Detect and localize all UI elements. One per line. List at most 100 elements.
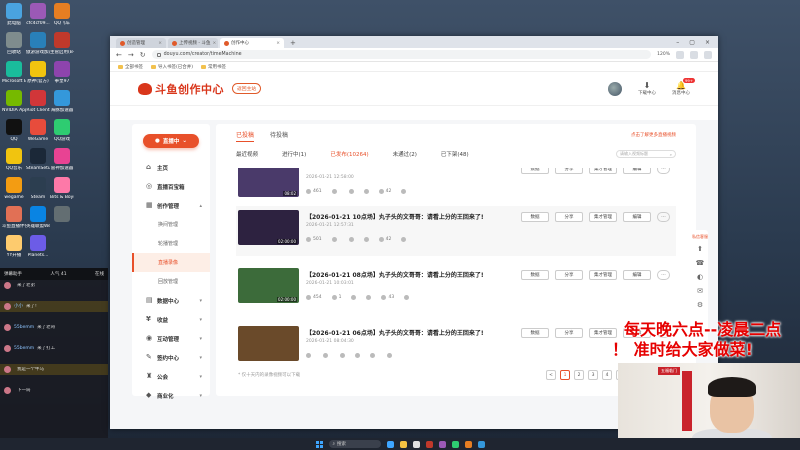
desktop-shortcut[interactable]: Planets... bbox=[26, 235, 50, 258]
sidebar-item[interactable]: ▤ 数据中心 ▾ bbox=[132, 291, 210, 310]
desktop-shortcut[interactable] bbox=[50, 206, 74, 224]
back-to-main-site-button[interactable]: 返回主站 bbox=[232, 83, 262, 94]
desktop-shortcut[interactable]: QQ飞车 bbox=[50, 3, 74, 26]
windows-start-icon[interactable] bbox=[315, 440, 323, 448]
desktop-shortcut[interactable]: QQ游戏 bbox=[50, 119, 74, 142]
desktop-shortcut[interactable]: Microsoft Edge bbox=[2, 61, 26, 84]
filter-tab[interactable]: 未通过(2) bbox=[393, 150, 417, 158]
new-tab-icon[interactable]: + bbox=[286, 38, 300, 48]
desktop-shortcut[interactable]: Steam bbox=[26, 177, 50, 200]
sidebar-subitem[interactable]: 换间管理 bbox=[132, 215, 210, 234]
close-icon[interactable]: × bbox=[212, 41, 216, 46]
video-action-button[interactable]: 集才管理 bbox=[589, 212, 617, 222]
bookmark-item[interactable]: 常用书签 bbox=[201, 64, 226, 70]
taskbar-app-icon[interactable] bbox=[399, 440, 407, 448]
browser-tab-active[interactable]: 创作中心 × bbox=[220, 38, 284, 48]
taskbar-app-icon[interactable] bbox=[412, 440, 420, 448]
desktop-shortcut[interactable]: YY开播 bbox=[2, 235, 26, 258]
filter-tab[interactable]: 已发布(10264) bbox=[330, 150, 368, 158]
desktop-shortcut[interactable]: SteamSetup bbox=[26, 148, 50, 171]
tab-pending[interactable]: 待投稿 bbox=[270, 130, 288, 142]
help-link[interactable]: 点击了解更多直播视频 bbox=[631, 132, 676, 138]
desktop-shortcut[interactable]: 此电脑 bbox=[2, 3, 26, 26]
download-center-button[interactable]: ⬇ 下载中心 bbox=[638, 81, 656, 96]
message-center-button[interactable]: 🔔 消息中心 99+ bbox=[672, 78, 695, 96]
tool-icon[interactable]: ◐ bbox=[697, 273, 703, 281]
taskbar-app-icon[interactable] bbox=[425, 440, 433, 448]
browser-tab[interactable]: 上传视频 - 斗鱼 × bbox=[168, 38, 218, 48]
prev-page-button[interactable]: < bbox=[546, 370, 556, 380]
video-action-button[interactable]: 编辑 bbox=[623, 212, 651, 222]
extension-icon[interactable] bbox=[676, 50, 684, 59]
live-status-button[interactable]: ● 直播中 ⌄ bbox=[143, 134, 199, 148]
desktop-shortcut[interactable]: Riot Client bbox=[26, 90, 50, 113]
video-action-button[interactable]: 分享 bbox=[555, 168, 583, 174]
more-options-icon[interactable]: ··· bbox=[657, 270, 670, 280]
bookmark-item[interactable]: 全部书签 bbox=[118, 64, 143, 70]
filter-tab[interactable]: 进行中(1) bbox=[282, 150, 306, 158]
chat-username[interactable]: 小小 bbox=[14, 304, 23, 310]
more-options-icon[interactable]: ··· bbox=[657, 168, 670, 174]
video-thumbnail[interactable] bbox=[238, 326, 299, 361]
video-title[interactable]: 【2026-01-21 10点场】丸子头的文哥哥：请看上分的王回来了! bbox=[306, 212, 484, 221]
video-thumbnail[interactable]: 08:02 bbox=[238, 168, 299, 197]
video-title[interactable]: 【2026-01-21 08点场】丸子头的文哥哥：请看上分的王回来了! bbox=[306, 270, 484, 279]
video-action-button[interactable]: 分享 bbox=[555, 270, 583, 280]
video-row[interactable]: 02:00:00 【2026-01-21 10点场】丸子头的文哥哥：请看上分的王回… bbox=[236, 206, 676, 256]
sidebar-subitem[interactable]: 轮播管理 bbox=[132, 234, 210, 253]
page-button[interactable]: 1 bbox=[560, 370, 570, 380]
more-options-icon[interactable]: ··· bbox=[657, 212, 670, 222]
video-action-button[interactable]: 数据 bbox=[521, 328, 549, 338]
close-window-icon[interactable]: × bbox=[705, 38, 710, 48]
address-bar[interactable]: douyu.com/creator/timeMachine bbox=[151, 50, 652, 59]
sidebar-item[interactable]: ♜ 公会 ▾ bbox=[132, 367, 210, 386]
close-icon[interactable]: × bbox=[158, 41, 162, 46]
page-button[interactable]: 4 bbox=[602, 370, 612, 380]
minimize-icon[interactable]: – bbox=[676, 38, 679, 48]
desktop-shortcut[interactable]: cfc4cf09... bbox=[26, 3, 50, 26]
search-icon[interactable]: ⌕ bbox=[670, 152, 672, 157]
chat-username[interactable]: 55bemm bbox=[14, 325, 34, 331]
customer-service-label[interactable]: 私信客服 bbox=[692, 234, 708, 239]
filter-tab[interactable]: 已下架(48) bbox=[441, 150, 469, 158]
desktop-shortcut[interactable]: 回收站 bbox=[2, 32, 26, 55]
video-row[interactable]: 【2026-01-21 06点场】丸子头的文哥哥：请看上分的王回来了! 2026-… bbox=[236, 322, 676, 368]
video-action-button[interactable]: 集才管理 bbox=[589, 270, 617, 280]
tab-submitted[interactable]: 已投稿 bbox=[236, 130, 255, 142]
video-action-button[interactable]: 集才管理 bbox=[589, 168, 617, 174]
desktop-shortcut[interactable]: 英雄联盟WeGame版 bbox=[26, 206, 50, 229]
sidebar-item[interactable]: ⌂ 主页 bbox=[132, 158, 210, 177]
desktop-shortcut[interactable]: 傲游游戏加速器 bbox=[26, 32, 50, 55]
video-title[interactable]: 【2026-01-21 06点场】丸子头的文哥哥：请看上分的王回来了! bbox=[306, 328, 484, 337]
extension-icon[interactable] bbox=[690, 50, 698, 59]
chat-username[interactable]: 55bemm bbox=[14, 346, 34, 352]
taskbar-app-icon[interactable] bbox=[464, 440, 472, 448]
sidebar-subitem[interactable]: 直播录像 bbox=[132, 253, 210, 272]
sidebar-item[interactable]: ✎ 签约中心 ▾ bbox=[132, 348, 210, 367]
video-action-button[interactable]: 编辑 bbox=[623, 168, 651, 174]
avatar[interactable] bbox=[608, 81, 622, 96]
desktop-shortcut[interactable]: 斗鱼直播伴侣 bbox=[2, 206, 26, 229]
taskbar-app-icon[interactable] bbox=[386, 440, 394, 448]
back-icon[interactable]: ← bbox=[116, 51, 122, 59]
video-thumbnail[interactable]: 02:00:00 bbox=[238, 210, 299, 245]
desktop-shortcut[interactable]: 雷神加速器 bbox=[50, 148, 74, 171]
taskbar-app-icon[interactable] bbox=[477, 440, 485, 448]
sidebar-item[interactable]: ◉ 互动管理 ▾ bbox=[132, 329, 210, 348]
desktop-shortcut[interactable]: NVIDIA App bbox=[2, 90, 26, 113]
maximize-icon[interactable]: ▢ bbox=[689, 38, 695, 48]
video-action-button[interactable]: 编辑 bbox=[623, 270, 651, 280]
video-action-button[interactable]: 数据 bbox=[521, 168, 549, 174]
video-action-button[interactable]: 分享 bbox=[555, 328, 583, 338]
close-icon[interactable]: × bbox=[276, 41, 280, 46]
site-logo[interactable]: 斗鱼创作中心 bbox=[138, 81, 224, 97]
tool-icon[interactable]: ☎ bbox=[696, 259, 705, 267]
desktop-shortcut[interactable]: wegame bbox=[2, 177, 26, 200]
desktop-shortcut[interactable]: 拳皇97 bbox=[50, 61, 74, 84]
video-action-button[interactable]: 分享 bbox=[555, 212, 583, 222]
page-button[interactable]: 3 bbox=[588, 370, 598, 380]
taskbar-app-icon[interactable] bbox=[451, 440, 459, 448]
desktop-shortcut[interactable]: QQ音乐 bbox=[2, 148, 26, 171]
page-button[interactable]: 2 bbox=[574, 370, 584, 380]
desktop-shortcut[interactable]: QQ bbox=[2, 119, 26, 142]
